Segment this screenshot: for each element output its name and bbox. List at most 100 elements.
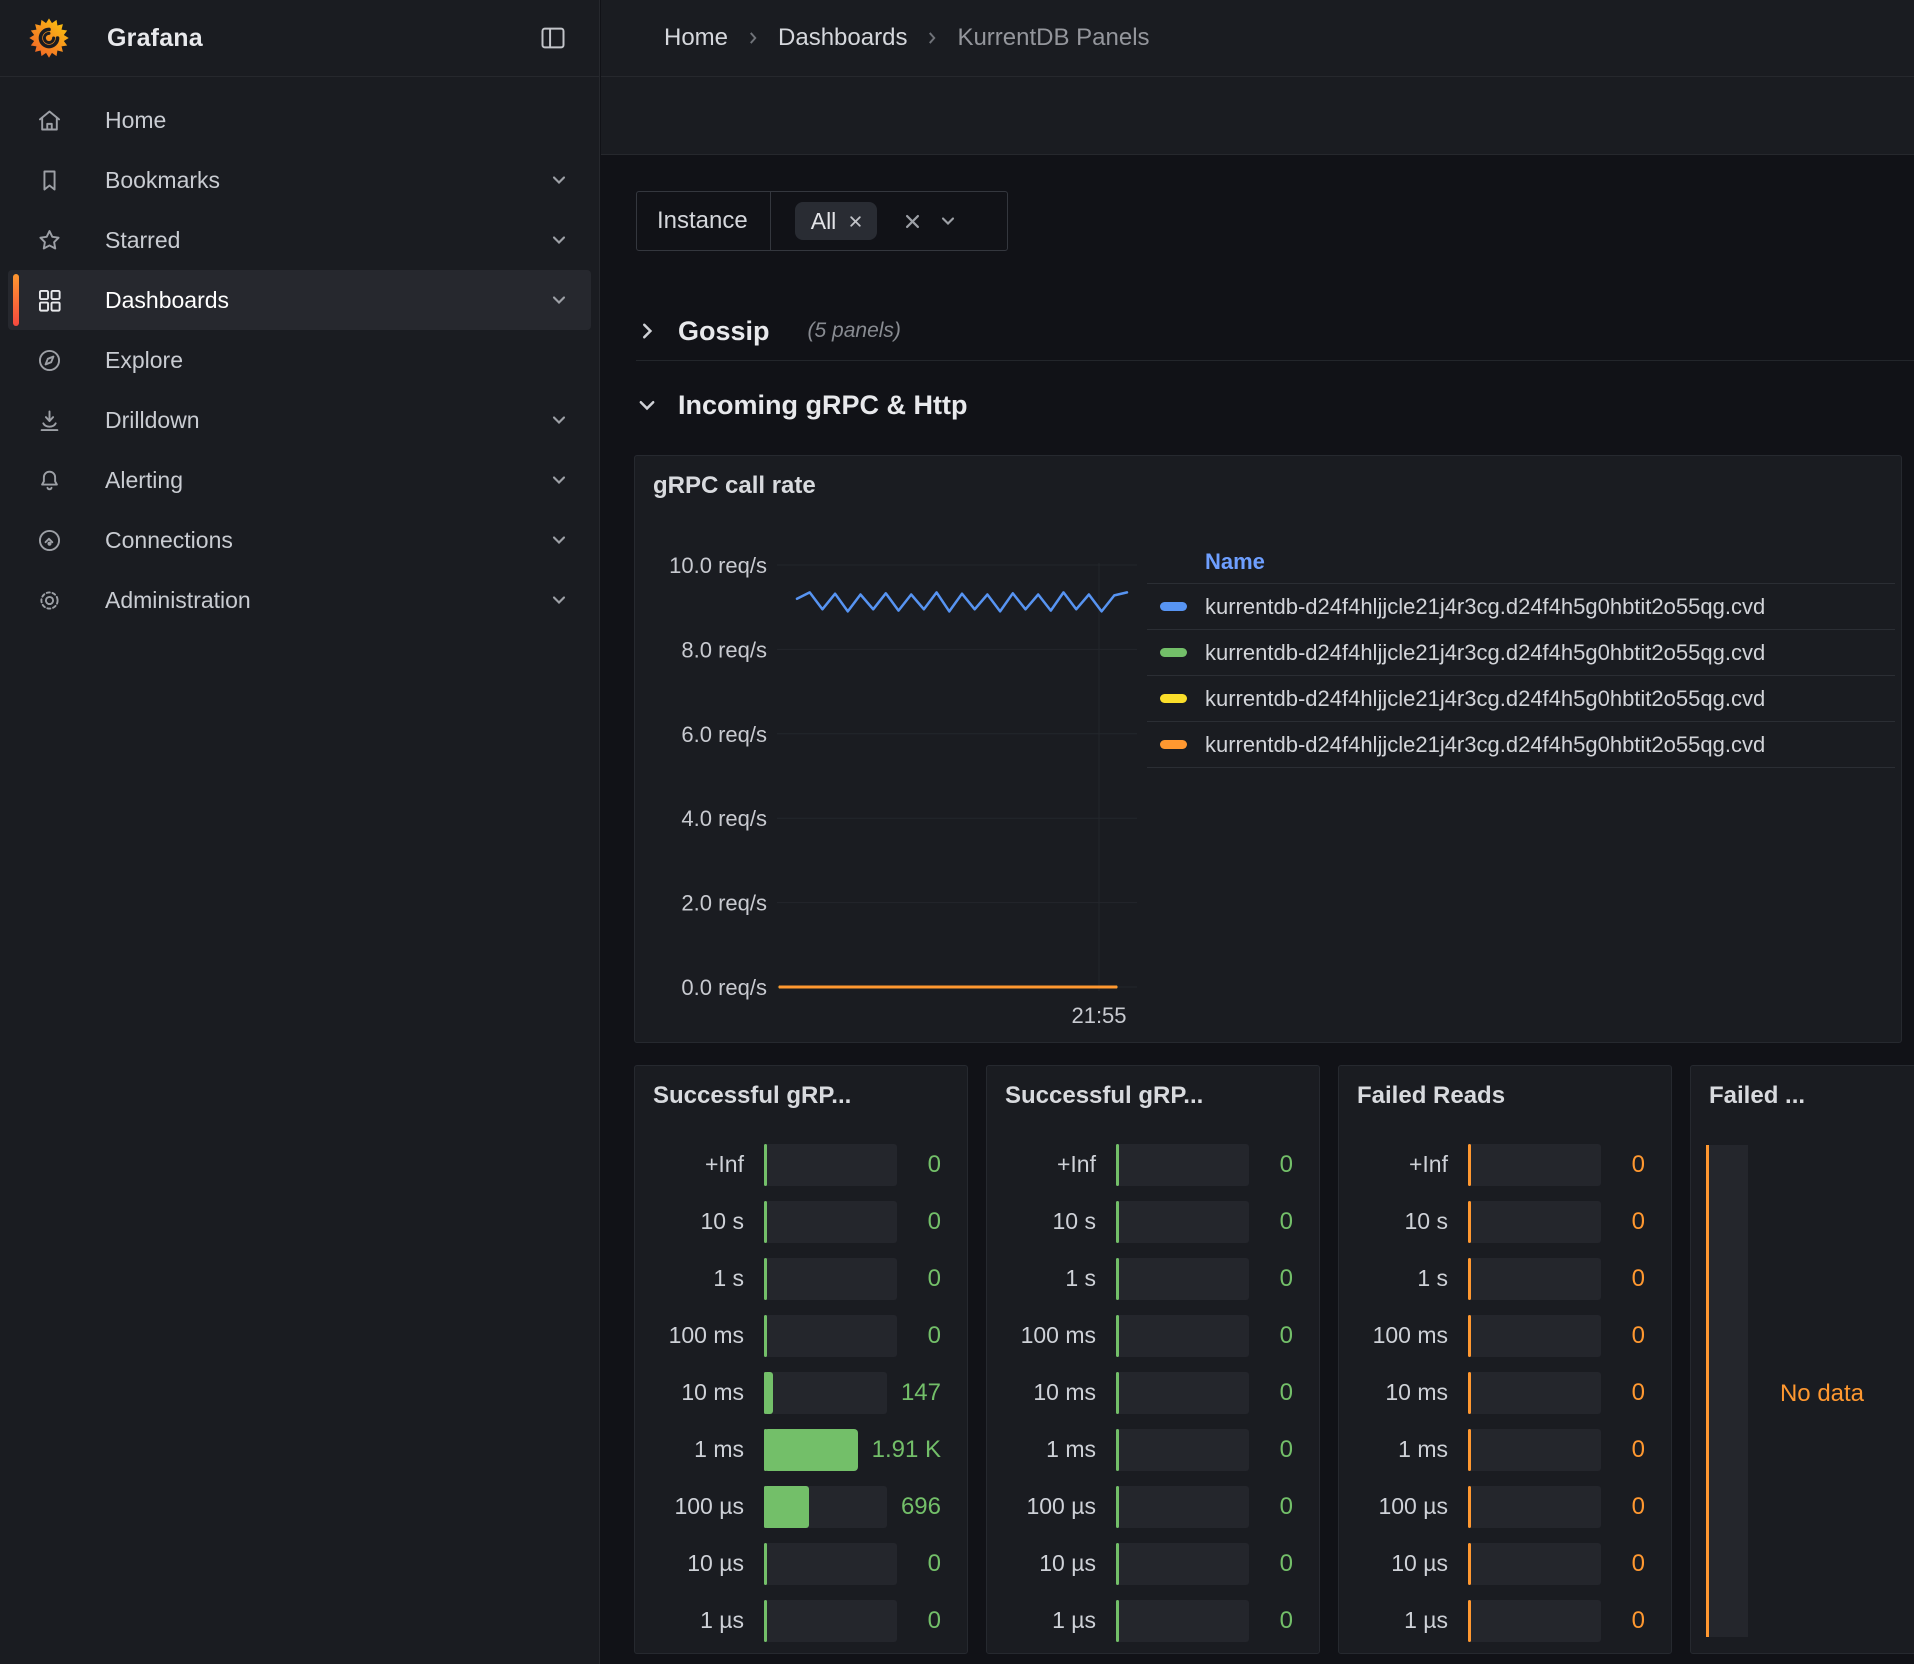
breadcrumb-home[interactable]: Home [664, 24, 728, 52]
bucket-bar-track [764, 1486, 887, 1528]
chevron-down-icon[interactable] [636, 394, 664, 416]
sidebar-item-bookmarks[interactable]: Bookmarks [8, 150, 591, 210]
bucket-row: +Inf0 [1003, 1136, 1293, 1193]
bookmark-icon [36, 166, 64, 194]
gear-icon [36, 586, 64, 614]
sidebar-toggle-icon[interactable] [533, 18, 573, 58]
sidebar-item-connections[interactable]: Connections [8, 510, 591, 570]
bucket-row: +Inf0 [651, 1136, 941, 1193]
chevron-down-icon[interactable] [549, 170, 569, 190]
bucket-value: 0 [1615, 1265, 1645, 1293]
bucket-label: 100 ms [1003, 1322, 1096, 1349]
sidebar-item-label: Drilldown [105, 407, 200, 434]
bucket-value: 0 [1263, 1208, 1293, 1236]
legend-series-color [1160, 740, 1187, 749]
legend-series-row[interactable]: kurrentdb-d24f4hljjcle21j4r3cg.d24f4h5g0… [1147, 630, 1895, 676]
bucket-bar-fill [764, 1486, 809, 1528]
bucket-bar-track [764, 1258, 897, 1300]
filter-selected-tag[interactable]: All [795, 202, 878, 240]
dashboard-toolbar [601, 77, 1914, 155]
bucket-label: 1 ms [1003, 1436, 1096, 1463]
panel-title[interactable]: Successful gRP... [653, 1082, 851, 1110]
chevron-down-icon[interactable] [549, 530, 569, 550]
bucket-label: 100 µs [1003, 1493, 1096, 1520]
filter-label: Instance [637, 192, 771, 250]
chevron-down-icon[interactable] [549, 230, 569, 250]
bucket-bar-min-line [764, 1201, 767, 1243]
bucket-bar-track [1116, 1144, 1249, 1186]
sidebar-item-label: Home [105, 107, 166, 134]
chevron-down-icon[interactable] [549, 590, 569, 610]
bucket-row: 100 ms0 [651, 1307, 941, 1364]
chevron-down-icon[interactable] [938, 211, 958, 231]
sidebar-item-dashboards[interactable]: Dashboards [8, 270, 591, 330]
bucket-value: 0 [1615, 1493, 1645, 1521]
bucket-value: 0 [1263, 1550, 1293, 1578]
chevron-down-icon[interactable] [549, 290, 569, 310]
bucket-value: 0 [911, 1322, 941, 1350]
bucket-value: 0 [1263, 1265, 1293, 1293]
panel-title[interactable]: Failed Reads [1357, 1082, 1505, 1110]
bucket-bar-track [1468, 1144, 1601, 1186]
bar-gauge-list: +Inf010 s01 s0100 ms010 ms01 ms0100 µs01… [1355, 1136, 1645, 1649]
chevron-down-icon[interactable] [549, 410, 569, 430]
bucket-bar-min-line [1116, 1201, 1119, 1243]
y-axis-tick: 8.0 req/s [681, 637, 767, 662]
sidebar-item-drilldown[interactable]: Drilldown [8, 390, 591, 450]
chevron-down-icon[interactable] [549, 470, 569, 490]
legend-series-row[interactable]: kurrentdb-d24f4hljjcle21j4r3cg.d24f4h5g0… [1147, 676, 1895, 722]
sidebar-item-alerting[interactable]: Alerting [8, 450, 591, 510]
panel-title[interactable]: Successful gRP... [1005, 1082, 1203, 1110]
bucket-bar-min-line [1116, 1429, 1119, 1471]
bucket-bar-track [1468, 1258, 1601, 1300]
bucket-bar-track [764, 1372, 887, 1414]
bucket-row: 100 µs696 [651, 1478, 941, 1535]
bucket-label: 1 ms [651, 1436, 744, 1463]
legend-series-color [1160, 648, 1187, 657]
legend-header-name[interactable]: Name [1147, 540, 1895, 584]
bucket-value: 0 [911, 1208, 941, 1236]
y-axis-tick: 0.0 req/s [681, 975, 767, 1000]
legend-series-color [1160, 602, 1187, 611]
panel-title[interactable]: Failed ... [1709, 1082, 1805, 1110]
sidebar-item-administration[interactable]: Administration [8, 570, 591, 630]
sidebar-item-label: Explore [105, 347, 183, 374]
chart-series-line [797, 592, 1127, 611]
bucket-value: 0 [1615, 1607, 1645, 1635]
row-header-incoming-grpc[interactable]: Incoming gRPC & Http [636, 377, 967, 433]
bucket-bar-min-line [764, 1429, 767, 1471]
sidebar-item-explore[interactable]: Explore [8, 330, 591, 390]
bucket-bar-min-line [1116, 1315, 1119, 1357]
clear-selection-icon[interactable] [903, 212, 922, 231]
bucket-value: 0 [1263, 1322, 1293, 1350]
bucket-bar-track [764, 1315, 897, 1357]
bucket-bar-min-line [1468, 1429, 1471, 1471]
dashboards-icon [36, 286, 64, 314]
chevron-right-icon[interactable] [636, 320, 664, 342]
chevron-right-icon [744, 29, 762, 47]
bucket-bar-track [1468, 1486, 1601, 1528]
sidebar-item-starred[interactable]: Starred [8, 210, 591, 270]
y-axis-tick: 6.0 req/s [681, 722, 767, 747]
bucket-row: 10 µs0 [1003, 1535, 1293, 1592]
bucket-row: 1 ms0 [1003, 1421, 1293, 1478]
breadcrumb-dashboards[interactable]: Dashboards [778, 24, 907, 52]
bucket-label: 10 µs [651, 1550, 744, 1577]
bucket-bar-track [764, 1144, 897, 1186]
panel-failed-reads: Failed Reads +Inf010 s01 s0100 ms010 ms0… [1338, 1065, 1672, 1654]
bucket-row: 1 s0 [1003, 1250, 1293, 1307]
bucket-bar-min-line [1468, 1372, 1471, 1414]
bucket-bar-min-line [1468, 1315, 1471, 1357]
remove-tag-icon[interactable] [848, 214, 863, 229]
bucket-bar-track [1116, 1201, 1249, 1243]
row-header-gossip[interactable]: Gossip (5 panels) [636, 303, 901, 359]
legend-series-row[interactable]: kurrentdb-d24f4hljjcle21j4r3cg.d24f4h5g0… [1147, 584, 1895, 630]
sidebar-item-home[interactable]: Home [8, 90, 591, 150]
star-icon [36, 226, 64, 254]
bell-icon [36, 466, 64, 494]
filter-value-cell[interactable]: All [771, 192, 1007, 250]
bucket-row: 10 s0 [651, 1193, 941, 1250]
x-axis-tick: 21:55 [1071, 1003, 1126, 1028]
legend-series-row[interactable]: kurrentdb-d24f4hljjcle21j4r3cg.d24f4h5g0… [1147, 722, 1895, 768]
legend-series-name: kurrentdb-d24f4hljjcle21j4r3cg.d24f4h5g0… [1205, 594, 1765, 620]
